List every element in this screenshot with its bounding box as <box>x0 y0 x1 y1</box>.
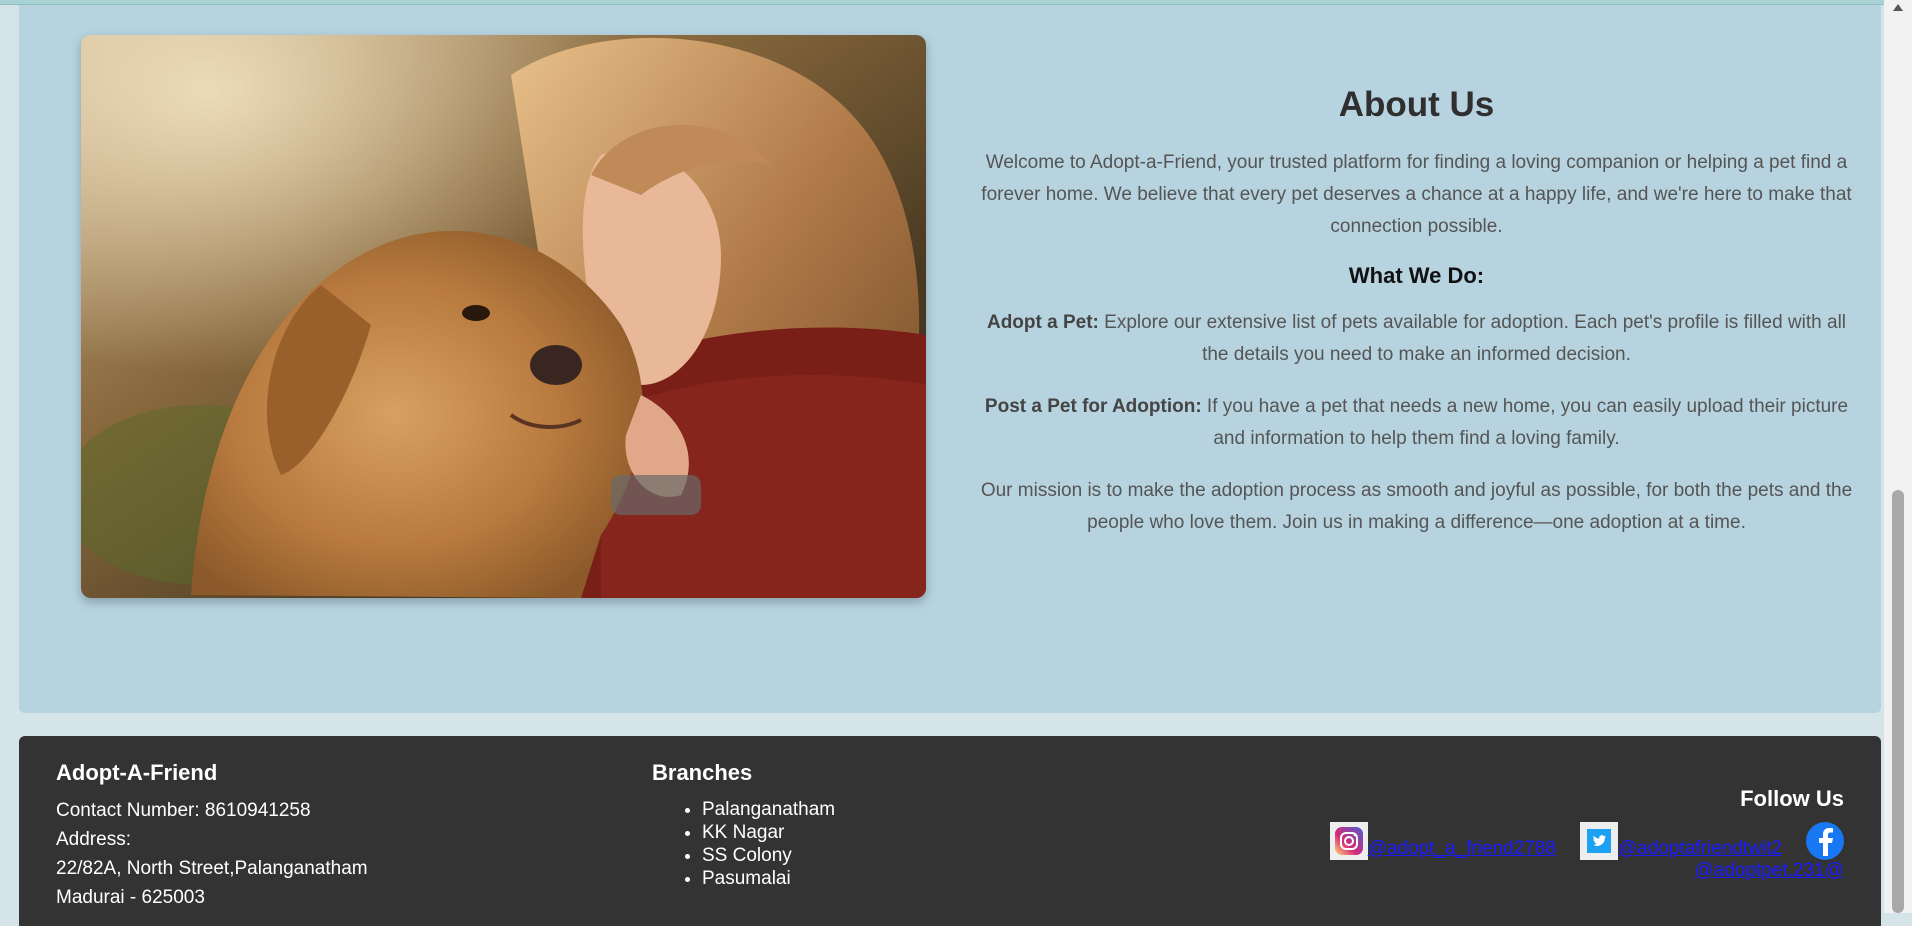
adopt-label: Adopt a Pet: <box>986 312 1099 333</box>
post-text: If you have a pet that needs a new home,… <box>1201 396 1849 449</box>
twitter-link-item: @adoptafriendtwit2 <box>1580 822 1782 860</box>
contact-number: Contact Number: 8610941258 <box>56 800 311 821</box>
about-title: About Us <box>1338 85 1495 124</box>
woman-hugging-dog-image <box>81 35 926 598</box>
about-section: About Us Welcome to Adopt-a-Friend, your… <box>19 5 1881 713</box>
vertical-scrollbar[interactable] <box>1884 0 1912 913</box>
facebook-link-item <box>1806 822 1844 860</box>
branch-item: Palanganatham <box>702 798 835 821</box>
branch-item: KK Nagar <box>702 821 835 844</box>
post-paragraph: Post a Pet for Adoption: If you have a p… <box>974 391 1859 455</box>
twitter-icon[interactable] <box>1580 822 1618 860</box>
scroll-up-arrow-icon[interactable] <box>1893 4 1903 11</box>
footer-social: Follow Us @adopt_a_friend2788 @adoptafri… <box>1329 786 1844 882</box>
footer-contact: Adopt-A-Friend Contact Number: 861094125… <box>56 760 368 912</box>
twitter-link[interactable]: @adoptafriendtwit2 <box>1618 838 1782 860</box>
post-label: Post a Pet for Adoption: <box>984 396 1202 417</box>
facebook-icon[interactable] <box>1806 822 1844 860</box>
footer-branches: Branches Palanganatham KK Nagar SS Colon… <box>652 760 835 890</box>
address-label: Address: <box>56 829 131 850</box>
address-line-2: Madurai - 625003 <box>56 887 205 908</box>
follow-us-title: Follow Us <box>1740 786 1844 811</box>
social-links: @adopt_a_friend2788 @adoptafriendtwit2 <box>1329 822 1844 860</box>
mission-paragraph: Our mission is to make the adoption proc… <box>980 480 1853 533</box>
branch-item: Pasumalai <box>702 867 835 890</box>
footer-brand: Adopt-A-Friend <box>56 760 218 785</box>
scrollbar-thumb[interactable] <box>1892 490 1904 913</box>
what-we-do-title: What We Do: <box>1348 263 1485 288</box>
about-photo <box>81 35 926 598</box>
instagram-link-item: @adopt_a_friend2788 <box>1329 822 1556 860</box>
branches-title: Branches <box>652 760 753 785</box>
instagram-icon[interactable] <box>1329 822 1368 860</box>
branches-list: Palanganatham KK Nagar SS Colony Pasumal… <box>652 798 835 890</box>
instagram-link[interactable]: @adopt_a_friend2788 <box>1368 838 1556 860</box>
about-intro: Welcome to Adopt-a-Friend, your trusted … <box>981 152 1852 237</box>
footer: Adopt-A-Friend Contact Number: 861094125… <box>19 736 1881 926</box>
adopt-paragraph: Adopt a Pet: Explore our extensive list … <box>974 307 1859 371</box>
about-content: About Us Welcome to Adopt-a-Friend, your… <box>974 85 1859 559</box>
branch-item: SS Colony <box>702 844 835 867</box>
adopt-text: Explore our extensive list of pets avail… <box>1098 312 1847 365</box>
address-line-1: 22/82A, North Street,Palanganatham <box>56 858 368 879</box>
facebook-link[interactable]: @adoptpet.231@ <box>1694 860 1844 881</box>
